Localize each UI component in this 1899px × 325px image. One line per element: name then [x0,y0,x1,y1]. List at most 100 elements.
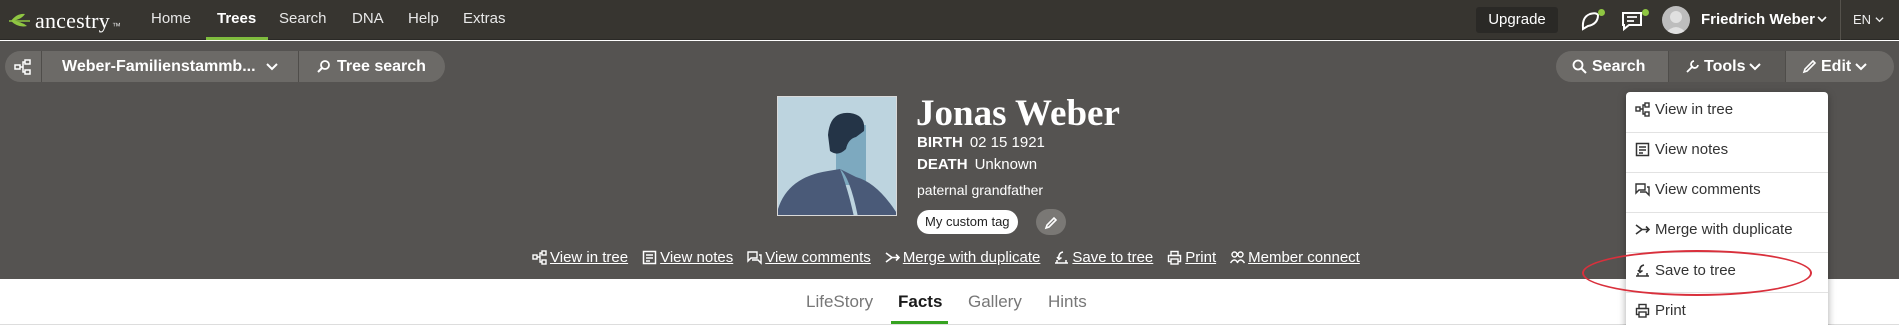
nav-trees[interactable]: Trees [217,10,256,27]
action-member-connect[interactable]: Member connect [1230,249,1360,266]
print-icon [1168,250,1182,265]
messages-notification-dot [1642,9,1649,16]
menu-divider [1626,252,1828,253]
menu-item-label: View comments [1655,181,1761,198]
tab-facts[interactable]: Facts [898,292,942,312]
person-photo-placeholder[interactable] [777,96,897,216]
tree-search-button[interactable]: Tree search [299,51,445,82]
tree-icon [532,250,547,265]
notes-icon [642,250,657,265]
tab-lifestory[interactable]: LifeStory [806,292,873,312]
language-selector[interactable]: EN [1853,12,1871,27]
search-button[interactable]: Search [1556,51,1668,82]
action-label: Save to tree [1072,249,1154,266]
menu-item-merge-with-duplicate[interactable]: Merge with duplicate [1635,221,1793,238]
action-label: Merge with duplicate [902,249,1041,266]
person-tabs: LifeStory Facts Gallery Hints [0,279,1899,325]
comments-icon [1635,183,1650,197]
comments-icon [747,251,762,265]
chevron-down-icon[interactable] [1817,14,1827,24]
tree-toolbar: Weber-Familienstammb... Tree search [5,51,445,82]
active-nav-indicator [206,37,268,40]
custom-tag[interactable]: My custom tag [917,210,1018,234]
wrench-icon [1686,60,1699,73]
action-label: View notes [660,249,734,266]
menu-divider [1626,132,1828,133]
chevron-down-icon[interactable] [1875,15,1884,24]
notes-icon [1635,142,1650,157]
birth-label: BIRTH [917,134,963,151]
action-view-in-tree[interactable]: View in tree [532,249,628,266]
menu-item-label: Save to tree [1655,262,1736,279]
tree-icon [1635,102,1650,117]
action-merge-with-duplicate[interactable]: Merge with duplicate [885,249,1041,266]
tree-search-label: Tree search [337,57,426,75]
active-tab-indicator [891,321,948,324]
nav-home[interactable]: Home [151,10,191,27]
edit-label: Edit [1821,57,1852,75]
user-name-menu[interactable]: Friedrich Weber [1701,11,1815,28]
nav-extras[interactable]: Extras [463,10,506,27]
search-icon [1572,59,1587,74]
death-label: DEATH [917,156,968,173]
menu-item-print[interactable]: Print [1635,302,1686,319]
edit-button[interactable]: Edit [1786,51,1894,82]
action-label: View in tree [550,249,629,266]
pencil-icon [1802,59,1817,74]
tools-label: Tools [1704,57,1746,75]
top-navigation-bar: ancestry ™ Home Trees Search DNA Help Ex… [0,0,1899,40]
edit-tags-button[interactable] [1036,209,1066,235]
menu-item-label: View notes [1655,141,1729,158]
nav-help[interactable]: Help [408,10,439,27]
menu-item-label: Merge with duplicate [1655,221,1793,238]
nav-search[interactable]: Search [279,10,327,27]
merge-icon [1635,224,1650,235]
leaf-logo-icon [9,13,30,27]
tree-name-dropdown[interactable]: Weber-Familienstammb... [42,51,298,82]
action-label: View comments [765,249,871,266]
menu-item-label: Print [1655,302,1686,319]
upgrade-button[interactable]: Upgrade [1476,7,1558,33]
menu-item-label: View in tree [1655,101,1734,118]
action-label: Print [1185,249,1217,266]
person-action-links: View in tree View notes View comments Me… [532,249,1374,266]
tools-dropdown-menu: View in tree View notes View comments Me… [1626,92,1828,325]
ancestry-logo[interactable]: ancestry ™ [9,8,121,34]
death-date: Unknown [974,156,1038,173]
menu-item-view-notes[interactable]: View notes [1635,141,1728,158]
menu-divider [1626,292,1828,293]
menu-item-view-comments[interactable]: View comments [1635,181,1761,198]
tools-button[interactable]: Tools [1669,51,1785,82]
tab-hints[interactable]: Hints [1048,292,1087,312]
chevron-down-icon [1749,62,1762,70]
member-connect-icon [1230,251,1246,264]
birth-date: 02 15 1921 [969,134,1045,151]
user-avatar[interactable] [1662,6,1690,34]
menu-divider [1626,212,1828,213]
action-save-to-tree[interactable]: Save to tree [1054,249,1153,266]
messages-icon[interactable] [1620,9,1644,33]
nav-divider [1840,0,1841,40]
trademark-mark: ™ [111,21,121,31]
action-view-comments[interactable]: View comments [747,249,871,266]
birth-fact: BIRTH 02 15 1921 [917,134,1045,151]
tree-name-label: Weber-Familienstammb... [62,57,256,75]
logo-text: ancestry [35,8,110,33]
save-to-tree-icon [1055,251,1069,264]
menu-item-view-in-tree[interactable]: View in tree [1635,101,1733,118]
user-silhouette-icon [1665,11,1687,34]
hints-notification-dot [1598,9,1605,16]
action-print[interactable]: Print [1167,249,1216,266]
print-icon [1635,303,1650,318]
person-name: Jonas Weber [916,93,1120,134]
pencil-icon [1044,216,1058,230]
tree-view-button[interactable] [5,51,41,82]
menu-divider [1626,172,1828,173]
menu-item-save-to-tree[interactable]: Save to tree [1635,262,1736,279]
person-search-icon [317,60,330,73]
search-label: Search [1592,57,1646,75]
action-view-notes[interactable]: View notes [642,249,733,266]
tab-gallery[interactable]: Gallery [968,292,1022,312]
male-silhouette-icon [778,112,896,215]
nav-dna[interactable]: DNA [352,10,384,27]
